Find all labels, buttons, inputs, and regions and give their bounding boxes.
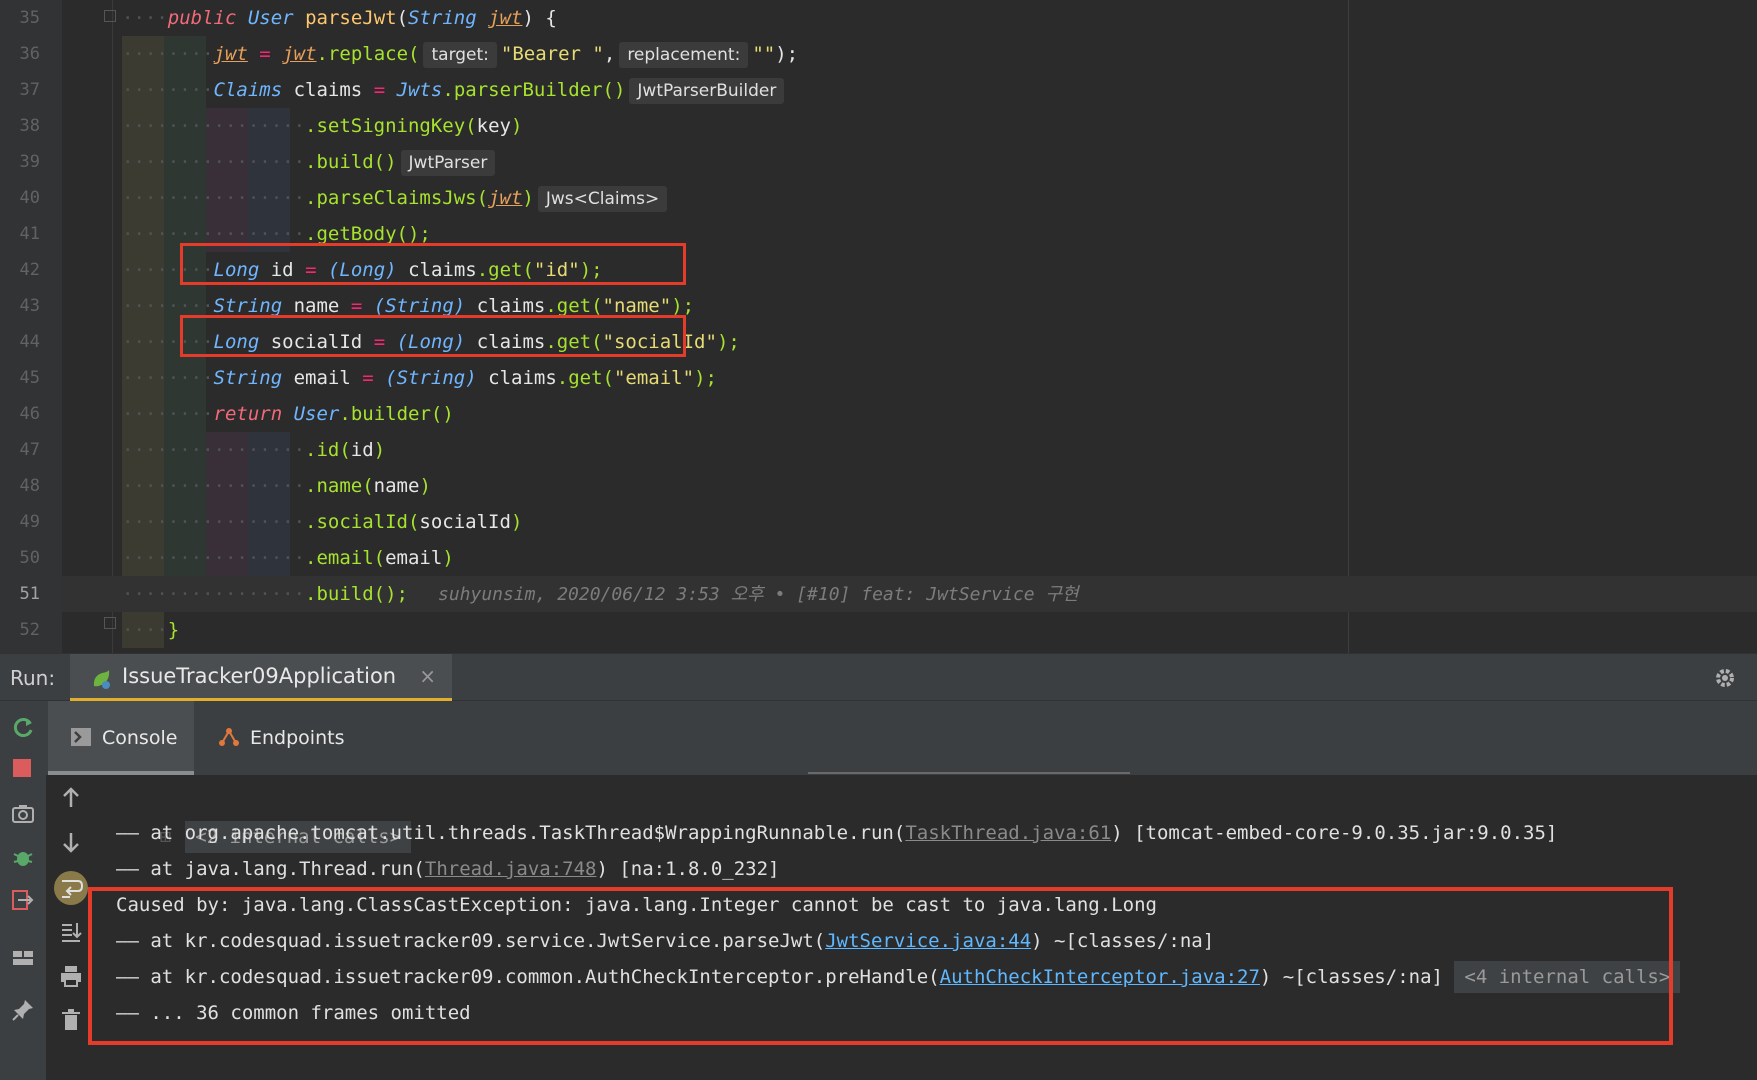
pin-icon[interactable] <box>10 997 36 1023</box>
run-tool-window-header: Run: IssueTracker09Application × <box>0 653 1757 702</box>
run-label: Run: <box>10 666 56 690</box>
code-line-37[interactable]: ········Claims claims = Jwts.parserBuild… <box>122 72 1757 108</box>
line-number: 36 <box>19 44 40 64</box>
spring-boot-run-icon <box>93 670 110 689</box>
console-line-internal-calls: ⊞ <2 internal calls> <box>114 783 412 853</box>
rerun-icon[interactable] <box>10 715 36 741</box>
highlight-box-line-44 <box>180 315 686 357</box>
arrow-down-icon[interactable] <box>58 829 84 855</box>
line-number: 52 <box>19 620 40 640</box>
code-line-39[interactable]: ················.build() JwtParser <box>122 144 1757 180</box>
line-number: 41 <box>19 224 40 244</box>
console-line-stacktrace: —— at java.lang.Thread.run(Thread.java:7… <box>116 858 780 880</box>
debug-bug-icon[interactable] <box>10 844 36 870</box>
console-icon <box>71 728 91 746</box>
parameter-hint: replacement: <box>619 41 749 68</box>
run-tab-title: IssueTracker09Application <box>122 664 397 688</box>
console-line-stacktrace: —— at org.apache.tomcat.util.threads.Tas… <box>116 822 1558 844</box>
code-line-38[interactable]: ················.setSigningKey(key) <box>122 108 1757 144</box>
gear-icon[interactable] <box>1713 666 1737 690</box>
exit-icon[interactable] <box>10 887 36 913</box>
code-line-52[interactable]: ····} <box>122 612 1757 648</box>
code-line-48[interactable]: ················.name(name) <box>122 468 1757 504</box>
fold-marker-icon[interactable] <box>104 10 116 22</box>
line-number: 44 <box>19 332 40 352</box>
code-line-50[interactable]: ················.email(email) <box>122 540 1757 576</box>
line-number: 40 <box>19 188 40 208</box>
close-icon[interactable]: × <box>419 654 436 698</box>
line-number: 37 <box>19 80 40 100</box>
gutter-divider <box>112 0 113 653</box>
code-line-46[interactable]: ········return User.builder() <box>122 396 1757 432</box>
endpoints-icon <box>219 728 239 746</box>
code-line-36[interactable]: ········jwt = jwt.replace(target: "Bearer… <box>122 36 1757 72</box>
line-number: 38 <box>19 116 40 136</box>
type-hint: JwtParserBuilder <box>629 77 785 104</box>
fold-marker-icon[interactable] <box>104 617 116 629</box>
code-line-47[interactable]: ················.id(id) <box>122 432 1757 468</box>
code-line-40[interactable]: ················.parseClaimsJws(jwt) Jws<… <box>122 180 1757 216</box>
arrow-up-icon[interactable] <box>58 785 84 811</box>
line-number: 46 <box>19 404 40 424</box>
scroll-fragment <box>808 772 1130 774</box>
code-editor[interactable]: 35 36 37 38 39 40 41 42 43 44 45 46 47 4… <box>0 0 1757 653</box>
scroll-to-end-icon[interactable] <box>58 919 84 945</box>
soft-wrap-icon[interactable] <box>54 871 88 905</box>
code-line-45[interactable]: ········String email = (String) claims.g… <box>122 360 1757 396</box>
print-icon[interactable] <box>58 963 84 989</box>
line-number: 49 <box>19 512 40 532</box>
line-number: 50 <box>19 548 40 568</box>
run-left-toolbar <box>0 701 46 1080</box>
parameter-hint: target: <box>423 41 497 68</box>
line-number: 43 <box>19 296 40 316</box>
type-hint: JwtParser <box>400 149 496 176</box>
code-line-51-current[interactable]: ················.build(); suhyunsim, 2020… <box>62 576 1757 612</box>
stacktrace-link[interactable]: TaskThread.java:61 <box>905 822 1111 844</box>
line-number: 47 <box>19 440 40 460</box>
stop-icon[interactable] <box>13 759 31 777</box>
line-number: 35 <box>19 8 40 28</box>
highlight-box-exception <box>88 887 1673 1045</box>
code-line-35[interactable]: ····public User parseJwt(String jwt) { <box>122 0 1757 36</box>
tab-console[interactable]: Console <box>48 701 194 775</box>
git-blame-annotation: suhyunsim, 2020/06/12 3:53 오후 • [#10] fe… <box>437 584 1079 605</box>
tab-endpoints[interactable]: Endpoints <box>196 701 356 775</box>
line-number-current: 51 <box>19 584 40 604</box>
code-line-49[interactable]: ················.socialId(socialId) <box>122 504 1757 540</box>
line-number: 48 <box>19 476 40 496</box>
highlight-box-line-42 <box>180 243 686 285</box>
camera-icon[interactable] <box>10 801 36 827</box>
run-configuration-tab[interactable]: IssueTracker09Application × <box>70 654 452 702</box>
line-number: 39 <box>19 152 40 172</box>
console-tab-bar: Console Endpoints <box>46 701 1757 775</box>
layout-icon[interactable] <box>10 945 36 971</box>
line-number: 42 <box>19 260 40 280</box>
trash-icon[interactable] <box>58 1007 84 1033</box>
type-hint: Jws<Claims> <box>537 185 668 212</box>
stacktrace-link[interactable]: Thread.java:748 <box>425 858 597 880</box>
line-number: 45 <box>19 368 40 388</box>
